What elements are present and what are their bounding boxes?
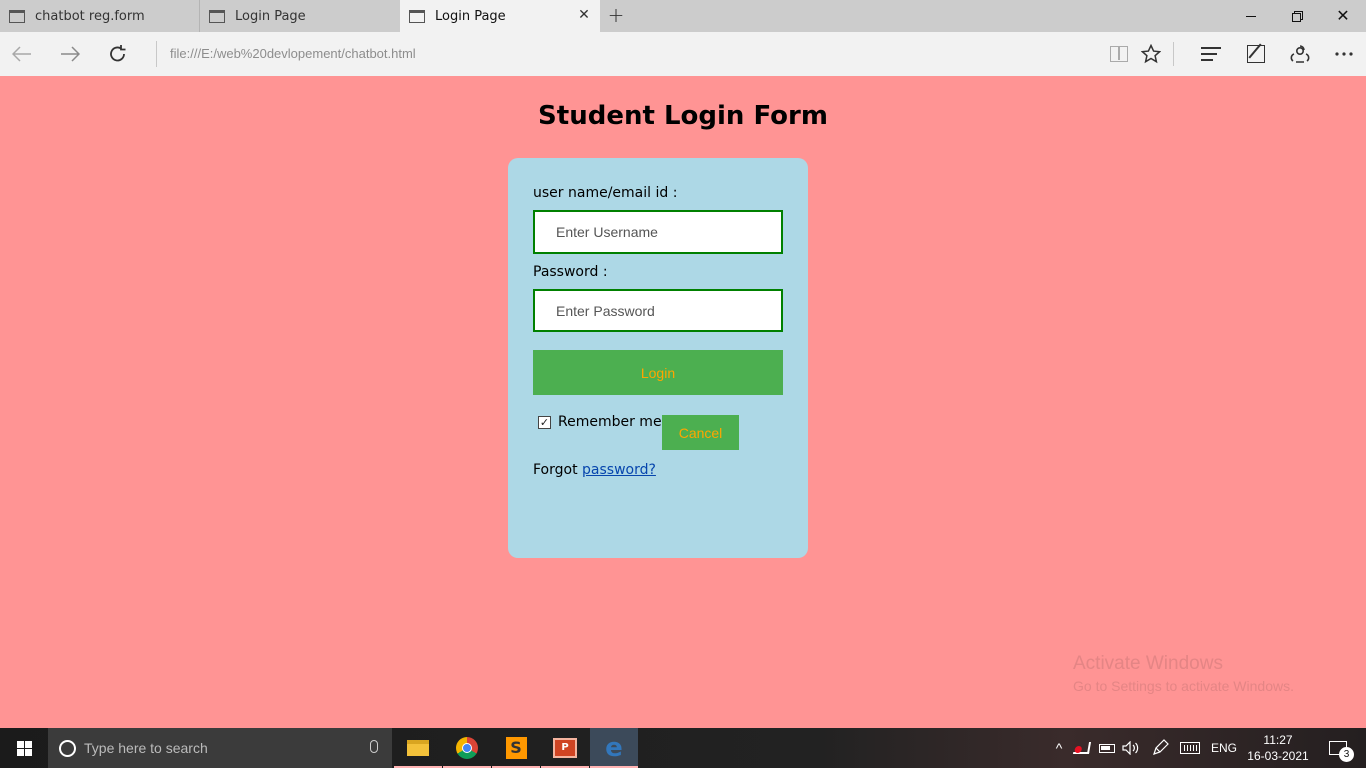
close-window-button[interactable]: ✕ bbox=[1320, 0, 1366, 32]
cortana-icon bbox=[59, 739, 76, 757]
page-icon bbox=[209, 9, 225, 23]
login-card: user name/email id : Password : Login ✓ … bbox=[508, 158, 808, 558]
pen-icon bbox=[1153, 739, 1169, 755]
network-button[interactable] bbox=[1072, 728, 1092, 768]
back-button[interactable] bbox=[6, 38, 38, 70]
search-placeholder: Type here to search bbox=[84, 740, 208, 756]
taskbar-sublime[interactable]: S bbox=[492, 728, 540, 768]
taskbar-file-explorer[interactable] bbox=[394, 728, 442, 768]
remember-checkbox[interactable]: ✓ bbox=[538, 415, 551, 429]
forward-arrow-icon bbox=[61, 46, 80, 62]
tab-login-page[interactable]: Login Page bbox=[200, 0, 400, 32]
divider bbox=[1173, 42, 1174, 66]
tab-label: chatbot reg.form bbox=[35, 8, 145, 24]
minimize-icon bbox=[1246, 15, 1256, 17]
input-language[interactable]: ENG bbox=[1208, 728, 1240, 768]
url-field[interactable]: file:///E:/web%20devlopement/chatbot.htm… bbox=[170, 46, 416, 61]
close-tab-icon[interactable]: ✕ bbox=[577, 8, 591, 22]
notification-count: 3 bbox=[1339, 747, 1354, 762]
page-title: Student Login Form bbox=[538, 101, 828, 131]
sublime-text-icon: S bbox=[505, 737, 527, 759]
touch-keyboard-button[interactable] bbox=[1178, 728, 1202, 768]
tab-bar: chatbot reg.form Login Page Login Page ✕… bbox=[0, 0, 1366, 32]
battery-button[interactable] bbox=[1097, 728, 1117, 768]
volume-button[interactable] bbox=[1121, 728, 1141, 768]
taskbar-chrome[interactable] bbox=[443, 728, 491, 768]
tab-label: Login Page bbox=[235, 8, 306, 24]
notification-icon: 3 bbox=[1329, 741, 1354, 762]
login-button[interactable]: Login bbox=[533, 350, 783, 395]
remember-label: Remember me bbox=[558, 414, 662, 430]
reading-view-icon bbox=[1110, 46, 1128, 62]
refresh-button[interactable] bbox=[102, 38, 134, 70]
windows-icon bbox=[16, 740, 32, 756]
network-icon bbox=[1072, 742, 1092, 754]
microphone-icon[interactable] bbox=[370, 740, 378, 753]
new-tab-button[interactable]: + bbox=[604, 4, 628, 28]
chrome-icon bbox=[456, 737, 478, 759]
watermark-subtitle: Go to Settings to activate Windows. bbox=[1073, 678, 1294, 694]
more-button[interactable] bbox=[1330, 40, 1358, 68]
tab-login-page-active[interactable]: Login Page ✕ bbox=[400, 0, 600, 32]
battery-icon bbox=[1099, 743, 1115, 753]
clock-time: 11:27 bbox=[1263, 733, 1293, 747]
file-explorer-icon bbox=[407, 740, 429, 756]
back-arrow-icon bbox=[12, 46, 31, 62]
powerpoint-icon: P bbox=[553, 738, 577, 758]
forgot-text: Forgot bbox=[533, 462, 583, 478]
page-icon bbox=[9, 9, 25, 23]
tab-label: Login Page bbox=[435, 8, 506, 24]
show-hidden-icons[interactable]: ^ bbox=[1050, 728, 1068, 768]
more-icon bbox=[1335, 52, 1353, 56]
clock[interactable]: 11:27 16-03-2021 bbox=[1244, 728, 1312, 768]
username-label: user name/email id : bbox=[533, 185, 678, 201]
minimize-button[interactable] bbox=[1228, 0, 1274, 32]
share-button[interactable] bbox=[1286, 40, 1314, 68]
address-bar: file:///E:/web%20devlopement/chatbot.htm… bbox=[0, 32, 1366, 76]
activation-watermark: Activate Windows Go to Settings to activ… bbox=[1073, 653, 1294, 694]
taskbar-edge[interactable]: e bbox=[590, 728, 638, 768]
watermark-title: Activate Windows bbox=[1073, 653, 1223, 674]
hub-icon bbox=[1201, 47, 1221, 61]
reading-view-button[interactable] bbox=[1105, 40, 1133, 68]
restore-icon bbox=[1292, 11, 1303, 22]
restore-button[interactable] bbox=[1274, 0, 1320, 32]
refresh-icon bbox=[110, 45, 126, 62]
taskbar-powerpoint[interactable]: P bbox=[541, 728, 589, 768]
taskbar: Type here to search S P e ^ ENG 11:27 16… bbox=[0, 728, 1366, 768]
remember-me: ✓ Remember me bbox=[533, 414, 662, 430]
volume-icon bbox=[1122, 741, 1139, 755]
web-note-button[interactable] bbox=[1242, 40, 1270, 68]
pen-workspace-button[interactable] bbox=[1149, 728, 1171, 768]
username-input[interactable] bbox=[533, 210, 783, 254]
cancel-button[interactable]: Cancel bbox=[662, 415, 739, 450]
star-icon bbox=[1141, 44, 1161, 64]
page-icon bbox=[409, 9, 425, 23]
divider bbox=[156, 41, 157, 67]
hub-button[interactable] bbox=[1197, 40, 1225, 68]
password-label: Password : bbox=[533, 264, 608, 280]
forgot-password: Forgot password? bbox=[533, 462, 656, 478]
start-button[interactable] bbox=[0, 728, 48, 768]
forgot-password-link[interactable]: password? bbox=[582, 462, 656, 478]
close-icon: ✕ bbox=[1336, 6, 1350, 25]
action-center-button[interactable]: 3 bbox=[1320, 728, 1356, 768]
edge-icon: e bbox=[605, 733, 623, 763]
taskbar-search[interactable]: Type here to search bbox=[48, 728, 392, 768]
forward-button[interactable] bbox=[54, 38, 86, 70]
keyboard-icon bbox=[1180, 742, 1200, 754]
clock-date: 16-03-2021 bbox=[1247, 749, 1309, 763]
page-body: Student Login Form user name/email id : … bbox=[0, 76, 1366, 728]
password-input[interactable] bbox=[533, 289, 783, 332]
share-icon bbox=[1290, 45, 1310, 63]
favorite-button[interactable] bbox=[1137, 40, 1165, 68]
web-note-icon bbox=[1247, 45, 1265, 63]
tab-chatbot-reg-form[interactable]: chatbot reg.form bbox=[0, 0, 200, 32]
